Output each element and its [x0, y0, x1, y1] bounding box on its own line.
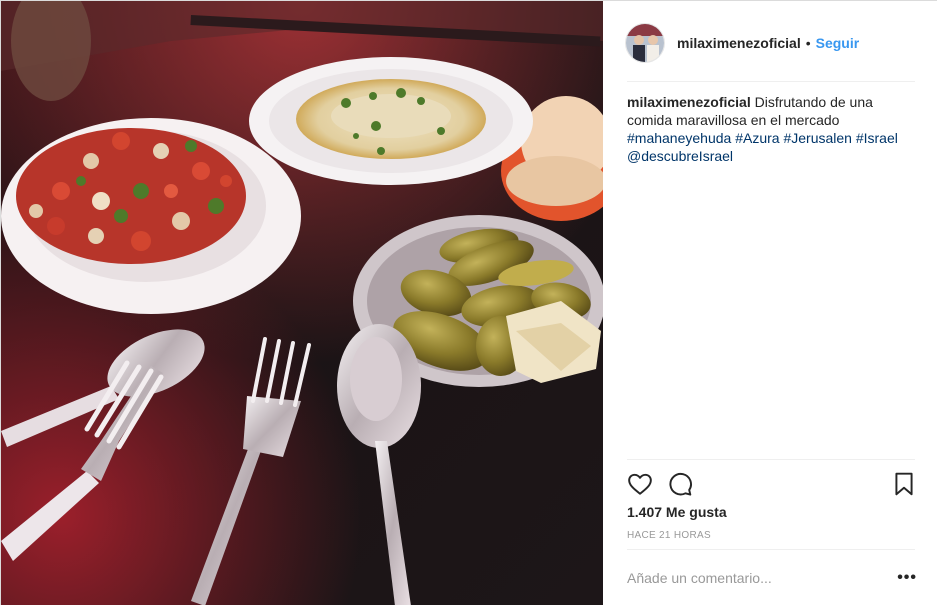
post-photo[interactable] [1, 1, 603, 605]
heart-icon[interactable] [627, 471, 653, 497]
comment-input[interactable] [627, 570, 877, 586]
actions-divider [627, 459, 915, 460]
hashtag-link[interactable]: #mahaneyehuda [627, 130, 731, 146]
comment-icon[interactable] [667, 471, 693, 497]
food-photo-illustration [1, 1, 603, 605]
caption-username[interactable]: milaximenezoficial [627, 94, 751, 110]
post-caption: milaximenezoficial Disfrutando de una co… [627, 93, 917, 165]
hashtag-link[interactable]: #Azura [735, 130, 779, 146]
bookmark-icon[interactable] [891, 471, 917, 497]
hashtag-link[interactable]: #Jerusalen [783, 130, 852, 146]
follow-button[interactable]: Seguir [816, 35, 860, 51]
more-options-icon[interactable]: ••• [897, 570, 917, 586]
post-header: milaximenezoficial • Seguir [625, 23, 915, 63]
post-sidebar: milaximenezoficial • Seguir milaximenezo… [603, 1, 937, 605]
avatar-photo-icon [626, 24, 664, 62]
header-username[interactable]: milaximenezoficial [677, 35, 801, 51]
comment-divider [627, 549, 915, 550]
comment-bar: ••• [627, 561, 917, 595]
header-separator: • [805, 35, 811, 51]
hashtag-link[interactable]: #Israel [856, 130, 898, 146]
post-timestamp[interactable]: HACE 21 HORAS [627, 530, 711, 541]
mention-link[interactable]: @descubreIsrael [627, 148, 733, 164]
instagram-post: milaximenezoficial • Seguir milaximenezo… [0, 0, 937, 605]
post-actions [627, 471, 917, 497]
avatar[interactable] [625, 23, 665, 63]
likes-count[interactable]: 1.407 Me gusta [627, 504, 727, 520]
header-divider [627, 81, 915, 82]
